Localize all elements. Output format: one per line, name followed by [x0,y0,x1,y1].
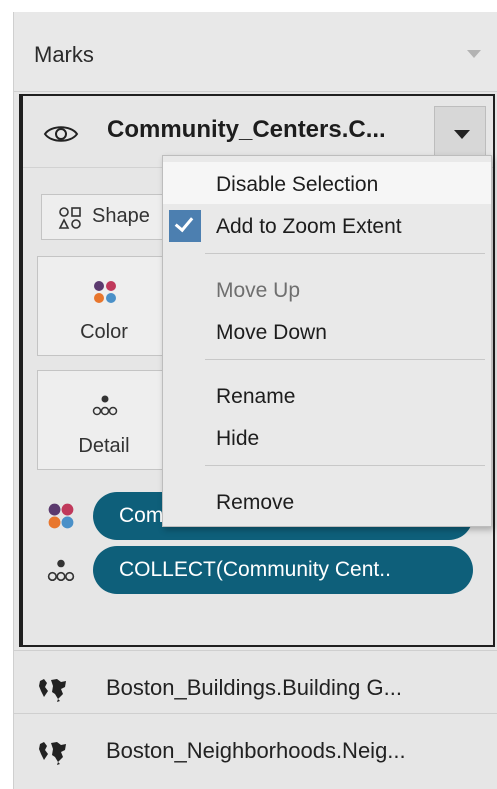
menu-item-move-down[interactable]: Move Down [163,310,491,352]
menu-separator [205,253,485,254]
layer-label: Boston_Neighborhoods.Neig... [106,738,406,763]
layer-dropdown-button[interactable] [434,106,486,158]
menu-item-add-to-zoom-extent[interactable]: Add to Zoom Extent [163,204,491,246]
map-icon [39,742,66,765]
eye-icon[interactable] [43,124,79,144]
detail-button[interactable]: Detail [37,370,169,470]
color-dots-icon [48,503,74,529]
detail-label: Detail [78,435,130,457]
layer-name: Community_Centers.C... [107,116,386,143]
menu-item-label: Rename [216,385,296,408]
menu-item-label: Move Down [216,321,327,344]
menu-item-label: Move Up [216,279,301,302]
menu-item-hide[interactable]: Hide [163,416,491,458]
menu-item-label: Hide [216,427,260,450]
detail-pill-row: COLLECT(Community Cent.. [23,544,493,594]
marks-title: Marks [34,42,94,67]
color-icon [94,281,116,303]
chevron-down-icon[interactable] [467,50,481,58]
shape-icon [58,207,81,229]
caret-down-icon [454,130,470,139]
menu-separator [205,465,485,466]
color-button[interactable]: Color [37,256,169,356]
shape-label: Shape [92,205,150,227]
detail-dots-icon [47,559,75,582]
menu-item-label: Disable Selection [216,173,379,196]
menu-item-label: Add to Zoom Extent [216,215,402,238]
detail-field-pill[interactable]: COLLECT(Community Cent.. [93,546,473,594]
menu-item-disable-selection[interactable]: Disable Selection [163,162,491,204]
check-icon [169,210,201,242]
menu-separator [205,359,485,360]
marks-header[interactable]: Marks [14,12,497,92]
menu-item-move-up: Move Up [163,268,491,310]
layer-context-menu: Disable Selection Add to Zoom Extent Mov… [162,155,492,527]
color-label: Color [80,321,128,343]
menu-item-rename[interactable]: Rename [163,374,491,416]
map-icon [39,679,66,702]
menu-item-label: Remove [216,491,295,514]
color-field-pill-label: Com [119,504,164,527]
menu-item-remove[interactable]: Remove [163,480,491,522]
layer-boston-neighborhoods[interactable]: Boston_Neighborhoods.Neig... [14,713,497,789]
detail-icon [92,395,118,416]
detail-field-pill-label: COLLECT(Community Cent.. [119,558,391,581]
layer-label: Boston_Buildings.Building G... [106,675,402,700]
